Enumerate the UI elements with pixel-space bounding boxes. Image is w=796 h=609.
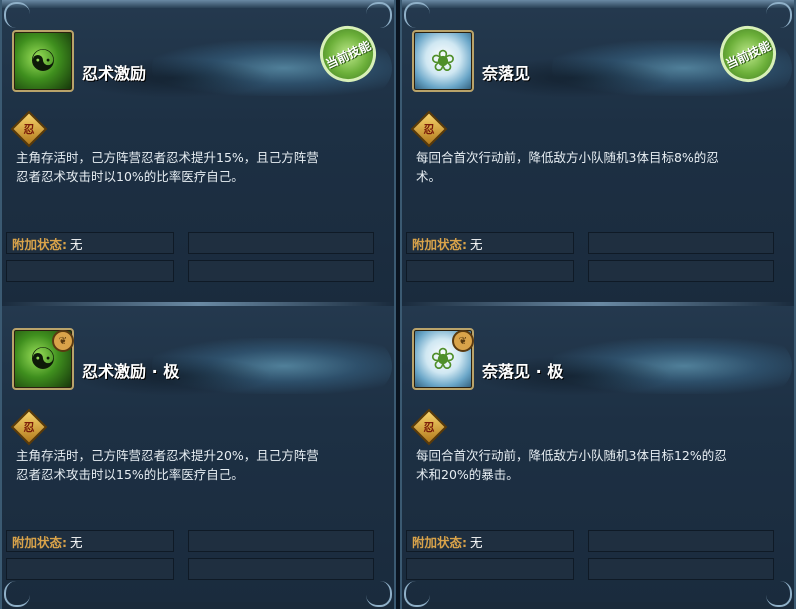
leaf-emblem-icon: ❦ xyxy=(452,330,474,352)
skill-card-naraku-view-ultimate[interactable]: ❀ ❦ 奈落见 · 极 忍 每回合首次行动前，降低敌方小队随机3体目标12%的忍… xyxy=(402,306,794,602)
frame-corner-ornament xyxy=(366,2,392,28)
skill-description: 主角存活时，己方阵营忍者忍术提升15%，且己方阵营 忍者忍术攻击时以10%的比率… xyxy=(16,148,376,186)
status-value: 无 xyxy=(470,237,483,252)
skill-description-line: 主角存活时，己方阵营忍者忍术提升20%，且己方阵营 xyxy=(16,448,319,463)
skill-name: 忍术激励 xyxy=(82,64,147,83)
skill-name: 奈落见 xyxy=(482,64,531,83)
tornado-leaf-icon[interactable]: ❀ xyxy=(412,30,474,92)
skill-card-naraku-view[interactable]: ❀ 奈落见 当前技能 忍 每回合首次行动前，降低敌方小队随机3体目标8%的忍 术… xyxy=(402,8,794,304)
status-slot xyxy=(188,558,374,580)
frame-corner-ornament xyxy=(766,581,792,607)
status-label: 附加状态: xyxy=(412,535,467,550)
column-top-bar xyxy=(2,0,394,8)
ninjutsu-type-badge: 忍 xyxy=(10,110,48,148)
status-slot xyxy=(6,558,174,580)
skill-description-line: 忍者忍术攻击时以10%的比率医疗自己。 xyxy=(16,169,244,184)
skill-description-line: 术。 xyxy=(416,169,442,184)
status-slot xyxy=(588,558,774,580)
skill-name: 忍术激励 · 极 xyxy=(82,362,180,381)
skill-description-line: 每回合首次行动前，降低敌方小队随机3体目标12%的忍 xyxy=(416,448,727,463)
status-value: 无 xyxy=(70,535,83,550)
skill-column-left: ☯ 忍术激励 当前技能 忍 主角存活时，己方阵营忍者忍术提升15%，且己方阵营 … xyxy=(0,0,396,609)
status-label: 附加状态: xyxy=(412,237,467,252)
ninjutsu-type-badge: 忍 xyxy=(410,408,448,446)
current-skill-stamp-text: 当前技能 xyxy=(723,37,773,71)
frame-corner-ornament xyxy=(404,2,430,28)
ninjutsu-type-badge-text: 忍 xyxy=(23,123,35,136)
skill-name: 奈落见 · 极 xyxy=(482,362,564,381)
skill-panel-screen: ☯ 忍术激励 当前技能 忍 主角存活时，己方阵营忍者忍术提升15%，且己方阵营 … xyxy=(0,0,796,609)
status-slot xyxy=(406,558,574,580)
current-skill-stamp-text: 当前技能 xyxy=(323,37,373,71)
leaf-emblem-icon: ❦ xyxy=(52,330,74,352)
status-slot xyxy=(588,232,774,254)
status-slot xyxy=(6,260,174,282)
ninja-silhouette-glyph: ☯ xyxy=(29,43,57,79)
tornado-leaf-glyph: ❀ xyxy=(430,43,456,79)
status-value: 无 xyxy=(470,535,483,550)
ninjutsu-type-badge: 忍 xyxy=(410,110,448,148)
frame-corner-ornament xyxy=(404,581,430,607)
frame-corner-ornament xyxy=(4,581,30,607)
ninjutsu-type-badge-text: 忍 xyxy=(23,421,35,434)
skill-column-right: ❀ 奈落见 当前技能 忍 每回合首次行动前，降低敌方小队随机3体目标8%的忍 术… xyxy=(400,0,796,609)
skill-card-ninjutsu-boost-ultimate[interactable]: ☯ ❦ 忍术激励 · 极 忍 主角存活时，己方阵营忍者忍术提升20%，且己方阵营… xyxy=(2,306,394,602)
ninjutsu-type-badge: 忍 xyxy=(10,408,48,446)
ninjutsu-type-badge-text: 忍 xyxy=(423,123,435,136)
ninjutsu-type-badge-text: 忍 xyxy=(423,421,435,434)
skill-description-line: 术和20%的暴击。 xyxy=(416,467,519,482)
skill-description: 每回合首次行动前，降低敌方小队随机3体目标8%的忍 术。 xyxy=(416,148,776,186)
status-slot xyxy=(588,260,774,282)
skill-description: 每回合首次行动前，降低敌方小队随机3体目标12%的忍 术和20%的暴击。 xyxy=(416,446,776,484)
column-top-bar xyxy=(402,0,794,8)
status-slot xyxy=(188,232,374,254)
skill-description: 主角存活时，己方阵营忍者忍术提升20%，且己方阵营 忍者忍术攻击时以15%的比率… xyxy=(16,446,376,484)
status-label: 附加状态: xyxy=(12,237,67,252)
status-slot xyxy=(406,260,574,282)
status-slot xyxy=(188,260,374,282)
skill-card-ninjutsu-boost[interactable]: ☯ 忍术激励 当前技能 忍 主角存活时，己方阵营忍者忍术提升15%，且己方阵营 … xyxy=(2,8,394,304)
skill-description-line: 每回合首次行动前，降低敌方小队随机3体目标8%的忍 xyxy=(416,150,719,165)
ninja-figure-icon[interactable]: ☯ xyxy=(12,30,74,92)
frame-corner-ornament xyxy=(4,2,30,28)
status-slot xyxy=(588,530,774,552)
status-value: 无 xyxy=(70,237,83,252)
skill-description-line: 忍者忍术攻击时以15%的比率医疗自己。 xyxy=(16,467,244,482)
frame-corner-ornament xyxy=(766,2,792,28)
status-slot xyxy=(188,530,374,552)
skill-description-line: 主角存活时，己方阵营忍者忍术提升15%，且己方阵营 xyxy=(16,150,319,165)
frame-corner-ornament xyxy=(366,581,392,607)
status-label: 附加状态: xyxy=(12,535,67,550)
